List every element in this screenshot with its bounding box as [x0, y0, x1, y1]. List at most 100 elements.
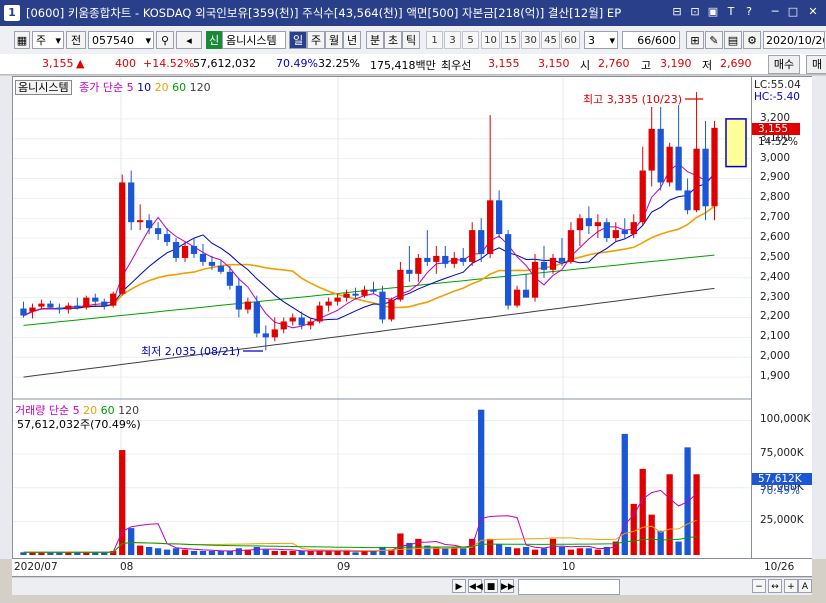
price-tick: 2,300: [760, 290, 791, 303]
candle-body: [424, 257, 431, 262]
chart-svg: [13, 77, 751, 558]
candle-body: [110, 293, 117, 306]
chart-menu-icon[interactable]: ▦: [14, 31, 30, 49]
tab-yearly[interactable]: 년: [343, 31, 361, 49]
interval-3[interactable]: 3: [444, 31, 461, 49]
volume-bar: [621, 433, 628, 555]
volume-bar: [298, 550, 305, 555]
indicator-icon[interactable]: ⊞: [686, 31, 704, 49]
best-bid: 3,150: [538, 57, 570, 70]
price-tick: 2,600: [760, 231, 791, 244]
candle-body: [558, 257, 566, 262]
scroll-first-button[interactable]: ◀◀: [468, 579, 483, 593]
interval-1[interactable]: 1: [426, 31, 443, 49]
volume-bar: [289, 550, 296, 555]
price-tick: 2,700: [760, 211, 791, 224]
volume-bar: [531, 549, 539, 555]
price-tick: 2,900: [760, 171, 791, 184]
volume-bar: [540, 548, 548, 555]
candle-body: [379, 291, 386, 320]
volume-bar: [271, 550, 278, 555]
scroll-left-button[interactable]: ▶: [452, 579, 466, 593]
volume-bar: [585, 548, 593, 555]
tab-daily[interactable]: 일: [289, 31, 307, 49]
minimize-icon[interactable]: ─: [768, 5, 782, 19]
draw-icon[interactable]: ✎: [705, 31, 723, 49]
price-legend: 옴니시스템 종가 단순 5 10 20 60 120: [15, 79, 211, 95]
candle-body: [47, 303, 54, 308]
legend-ma10: 10: [137, 81, 152, 94]
tab-monthly[interactable]: 월: [325, 31, 343, 49]
current-price-tag: 3,155: [752, 123, 800, 135]
candle-body: [298, 317, 305, 326]
scroll-stop-button[interactable]: ■: [484, 579, 498, 593]
current-pct-tag: 14.52%: [758, 136, 799, 148]
tab-weekly[interactable]: 주: [307, 31, 325, 49]
prev-button[interactable]: 전: [66, 31, 86, 49]
sell-button[interactable]: 매: [806, 55, 826, 74]
chart-scrollbar[interactable]: ▶ ◀◀ ■ ▶▶ − ↔ + A: [12, 578, 812, 595]
scroll-last-button[interactable]: ▶▶: [500, 579, 515, 593]
candle-body: [83, 297, 90, 308]
zoom-slider[interactable]: [518, 579, 620, 595]
sound-icon[interactable]: ◂: [176, 31, 202, 49]
layout-icon[interactable]: ⊟: [670, 5, 684, 19]
x-label-right: 10/26: [764, 561, 795, 573]
help-icon[interactable]: ?: [742, 5, 756, 19]
stock-code-input[interactable]: 057540 ▾: [88, 31, 154, 49]
date-field[interactable]: 2020/10/26: [763, 31, 825, 49]
type-select[interactable]: 주 ▾: [32, 31, 64, 49]
interval-15[interactable]: 15: [501, 31, 520, 49]
maximize-icon[interactable]: □: [786, 5, 800, 19]
candle-body: [181, 246, 189, 258]
candle-body: [262, 333, 269, 338]
candle-body: [478, 230, 485, 254]
close-icon[interactable]: ✕: [806, 5, 820, 19]
volume-bar: [522, 546, 530, 555]
text-icon[interactable]: T: [724, 5, 738, 19]
interval-45[interactable]: 45: [541, 31, 560, 49]
zoom-reset-button[interactable]: ↔: [768, 579, 782, 593]
toolbar: ▦ 주 ▾ 전 057540 ▾ ⚲ ◂ 신 옴니시스템 일 주 월 년 분 초 틱…: [0, 26, 826, 55]
split-icon[interactable]: ⊡: [688, 5, 702, 19]
change-pct: +14.52%: [143, 57, 195, 70]
interval-select[interactable]: 3 ▾: [584, 31, 618, 49]
search-icon[interactable]: ⚲: [156, 31, 174, 49]
volume-bar: [343, 550, 350, 555]
count-field[interactable]: 66/600: [622, 31, 680, 49]
interval-5[interactable]: 5: [462, 31, 479, 49]
interval-30[interactable]: 30: [521, 31, 540, 49]
forecast-box: [725, 118, 747, 168]
candle-body: [190, 246, 198, 254]
interval-10[interactable]: 10: [481, 31, 500, 49]
volume-bar: [226, 550, 234, 555]
candle-body: [343, 293, 350, 298]
axis-button[interactable]: A: [798, 579, 812, 593]
low-value: 2,690: [720, 57, 752, 70]
zoom-out-button[interactable]: −: [752, 579, 766, 593]
current-volume-pct: 70.49%: [760, 485, 801, 497]
gear-icon[interactable]: ⚙: [743, 31, 761, 49]
price-tick: 2,400: [760, 270, 791, 283]
price-value: 3,155: [42, 57, 74, 70]
volume-bar: [352, 552, 359, 555]
candle-body: [504, 234, 512, 306]
price-tick: 2,500: [760, 250, 791, 263]
candle-body: [226, 271, 234, 286]
low-label: 저: [702, 59, 713, 72]
save-icon[interactable]: ▤: [724, 31, 742, 49]
change-arrow: ▲: [76, 57, 85, 70]
chart-area[interactable]: 옴니시스템 종가 단순 5 10 20 60 120 거래량 단순 5 20 6…: [12, 76, 752, 559]
tab-minute[interactable]: 분: [366, 31, 384, 49]
candle-body: [442, 255, 449, 264]
candle-body: [388, 299, 395, 320]
tab-tick[interactable]: 틱: [402, 31, 420, 49]
tab-second[interactable]: 초: [384, 31, 402, 49]
interval-60[interactable]: 60: [561, 31, 580, 49]
vol-ratio-1: 70.49%: [276, 57, 318, 70]
zoom-in-button[interactable]: +: [784, 579, 798, 593]
buy-button[interactable]: 매수: [768, 55, 800, 74]
candle-body: [20, 308, 27, 316]
frame-icon[interactable]: ▣: [706, 5, 720, 19]
legend-stock-name: 옴니시스템: [15, 80, 72, 95]
